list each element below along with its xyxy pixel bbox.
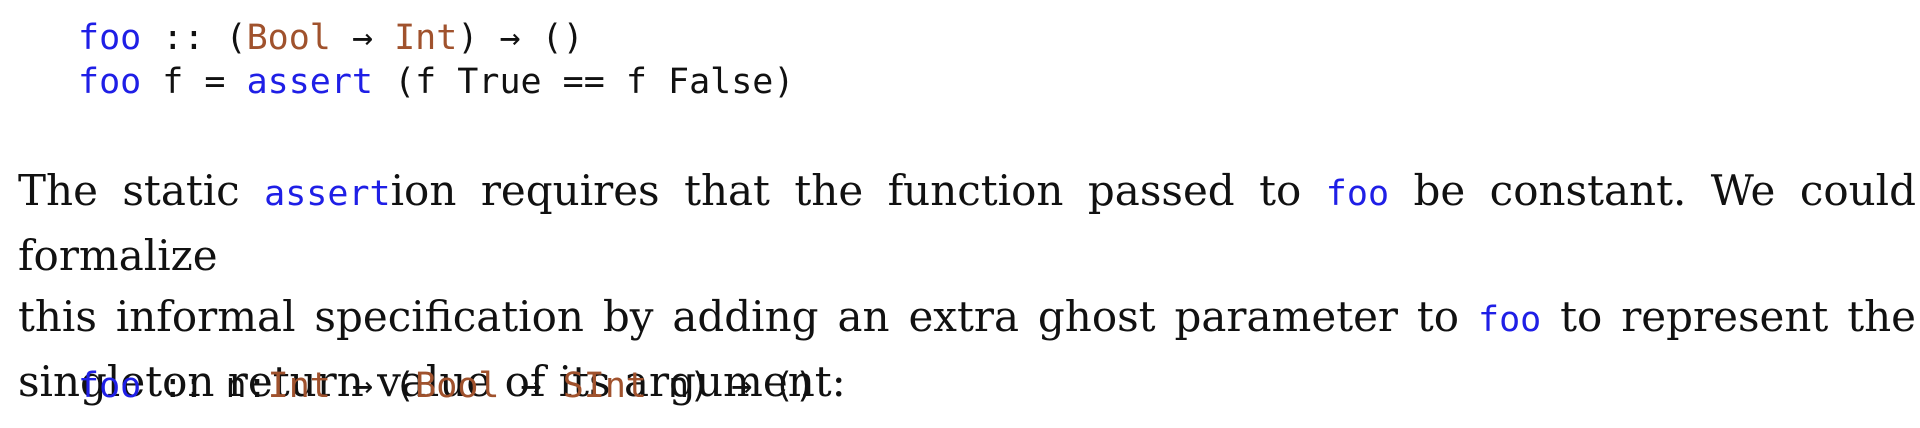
text-run: this informal specification by adding an… [18,292,1478,341]
type-name: Int [267,366,331,406]
code-line-foo-definition: foo f = assert (f True == f False) [78,60,794,104]
code-token: → [330,18,395,58]
function-name: foo [78,62,142,102]
code-token: n) → () [646,366,816,406]
inline-code-foo: foo [1325,174,1390,214]
text-run: to represent the [1541,292,1916,341]
code-line-foo-signature: foo :: (Bool → Int) → () [78,16,584,60]
assert-keyword: assert [246,62,374,102]
type-name: Bool [246,18,331,58]
code-token: → ( [330,366,416,406]
code-line-foo-refined-signature: foo :: n:Int → (Bool → SInt n) → () [78,364,816,408]
code-token: ) → () [457,18,584,58]
text-run: ion requires that the function passed to [390,166,1326,215]
code-token: → [499,366,563,406]
type-name: Bool [415,366,500,406]
function-name: foo [78,366,142,406]
code-token: (f True == f False) [373,62,795,102]
paragraph-line-2: this informal specification by adding an… [18,286,1916,351]
code-token: f = [141,62,247,102]
type-name: Int [394,18,458,58]
type-name: SInt [562,366,647,406]
text-run: The static [18,166,265,215]
function-name: foo [78,18,142,58]
paragraph-line-1: The static assertion requires that the f… [18,160,1916,286]
inline-code-foo: foo [1478,300,1542,340]
code-token: :: n: [141,366,268,406]
inline-code-assert: assert [264,174,391,214]
code-token: :: ( [141,18,247,58]
